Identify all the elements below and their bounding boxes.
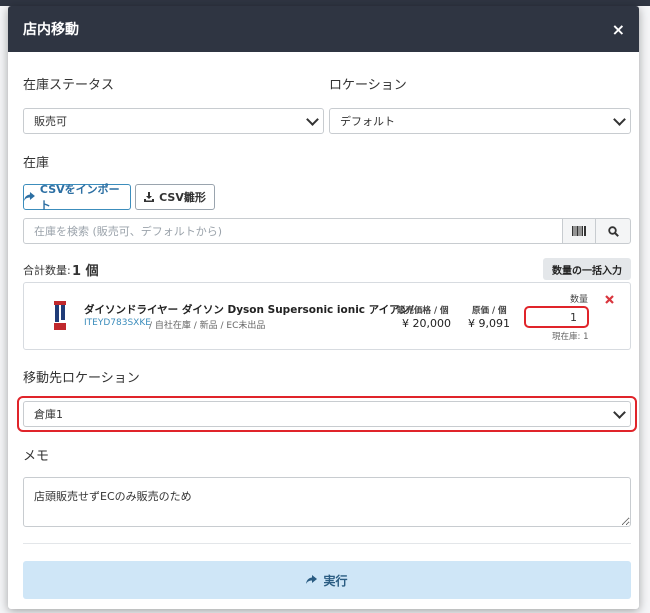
csv-import-label: CSVをインポート [39,183,120,212]
share-arrow-icon [24,192,35,201]
download-icon [144,192,155,202]
location-label: ロケーション [329,78,407,93]
csv-template-label: CSV雛形 [159,191,206,204]
sale-price-value: ¥ 20,000 [402,317,451,330]
csv-template-button[interactable]: CSV雛形 [135,184,215,210]
execute-label: 実行 [323,573,348,588]
background-app-right [639,6,650,613]
item-name: ダイソンドライヤー ダイソン Dyson Supersonic ionic アイ… [84,304,414,316]
search-icon [607,225,619,237]
search-placeholder: 在庫を検索 (販売可、デフォルトから) [34,225,223,238]
location-value: デフォルト [340,115,395,128]
inventory-label: 在庫 [23,156,50,171]
inventory-search-input[interactable]: 在庫を検索 (販売可、デフォルトから) [23,218,563,244]
inventory-item-row: ダイソンドライヤー ダイソン Dyson Supersonic ionic アイ… [23,282,631,350]
bulk-quantity-button[interactable]: 数量の一括入力 [543,258,631,280]
memo-label: メモ [23,449,50,464]
search-button[interactable] [595,218,631,244]
background-app-left [0,6,8,613]
destination-location-select[interactable]: 倉庫1 [23,401,631,427]
total-quantity-value: 1 個 [72,264,99,279]
current-stock-text: 現在庫: 1 [552,332,589,342]
remove-item-icon[interactable] [605,295,614,304]
destination-location-label: 移動先ロケーション [23,371,140,386]
chevron-down-icon [306,113,319,126]
sale-price-label: 販売価格 / 個 [397,306,449,316]
memo-textarea[interactable]: 店頭販売せずECのみ販売のため [23,477,631,527]
chevron-down-icon [613,406,626,419]
quantity-input[interactable]: 1 [524,306,589,328]
divider [23,543,631,544]
chevron-down-icon [613,113,626,126]
item-meta: / 自社在庫 / 新品 / EC未出品 [149,321,266,331]
location-select[interactable]: デフォルト [329,108,631,134]
quantity-label: 数量 [570,295,589,305]
item-sku-link[interactable]: ITEYD783SXKE [84,318,151,328]
store-transfer-modal: 店内移動 × 在庫ステータス ロケーション 販売可 デフォルト 在庫 CSVをイ… [8,6,639,609]
product-thumbnail [54,301,66,330]
cost-value: ¥ 9,091 [468,317,510,330]
stock-status-value: 販売可 [34,115,67,128]
close-button[interactable]: × [612,20,625,39]
cost-label: 原価 / 個 [472,306,507,316]
barcode-icon [572,226,586,236]
barcode-scan-button[interactable] [562,218,596,244]
total-quantity-label: 合計数量: [23,264,71,277]
modal-body: 在庫ステータス ロケーション 販売可 デフォルト 在庫 CSVをインポート CS… [17,52,637,609]
modal-title: 店内移動 [23,22,79,38]
background-app-bottom [0,609,650,613]
modal-header: 店内移動 × [8,6,639,52]
csv-import-button[interactable]: CSVをインポート [23,183,131,212]
destination-location-value: 倉庫1 [34,408,63,421]
share-arrow-icon [306,575,318,584]
stock-status-label: 在庫ステータス [23,78,115,93]
execute-button[interactable]: 実行 [23,561,631,599]
stock-status-select[interactable]: 販売可 [23,108,324,134]
